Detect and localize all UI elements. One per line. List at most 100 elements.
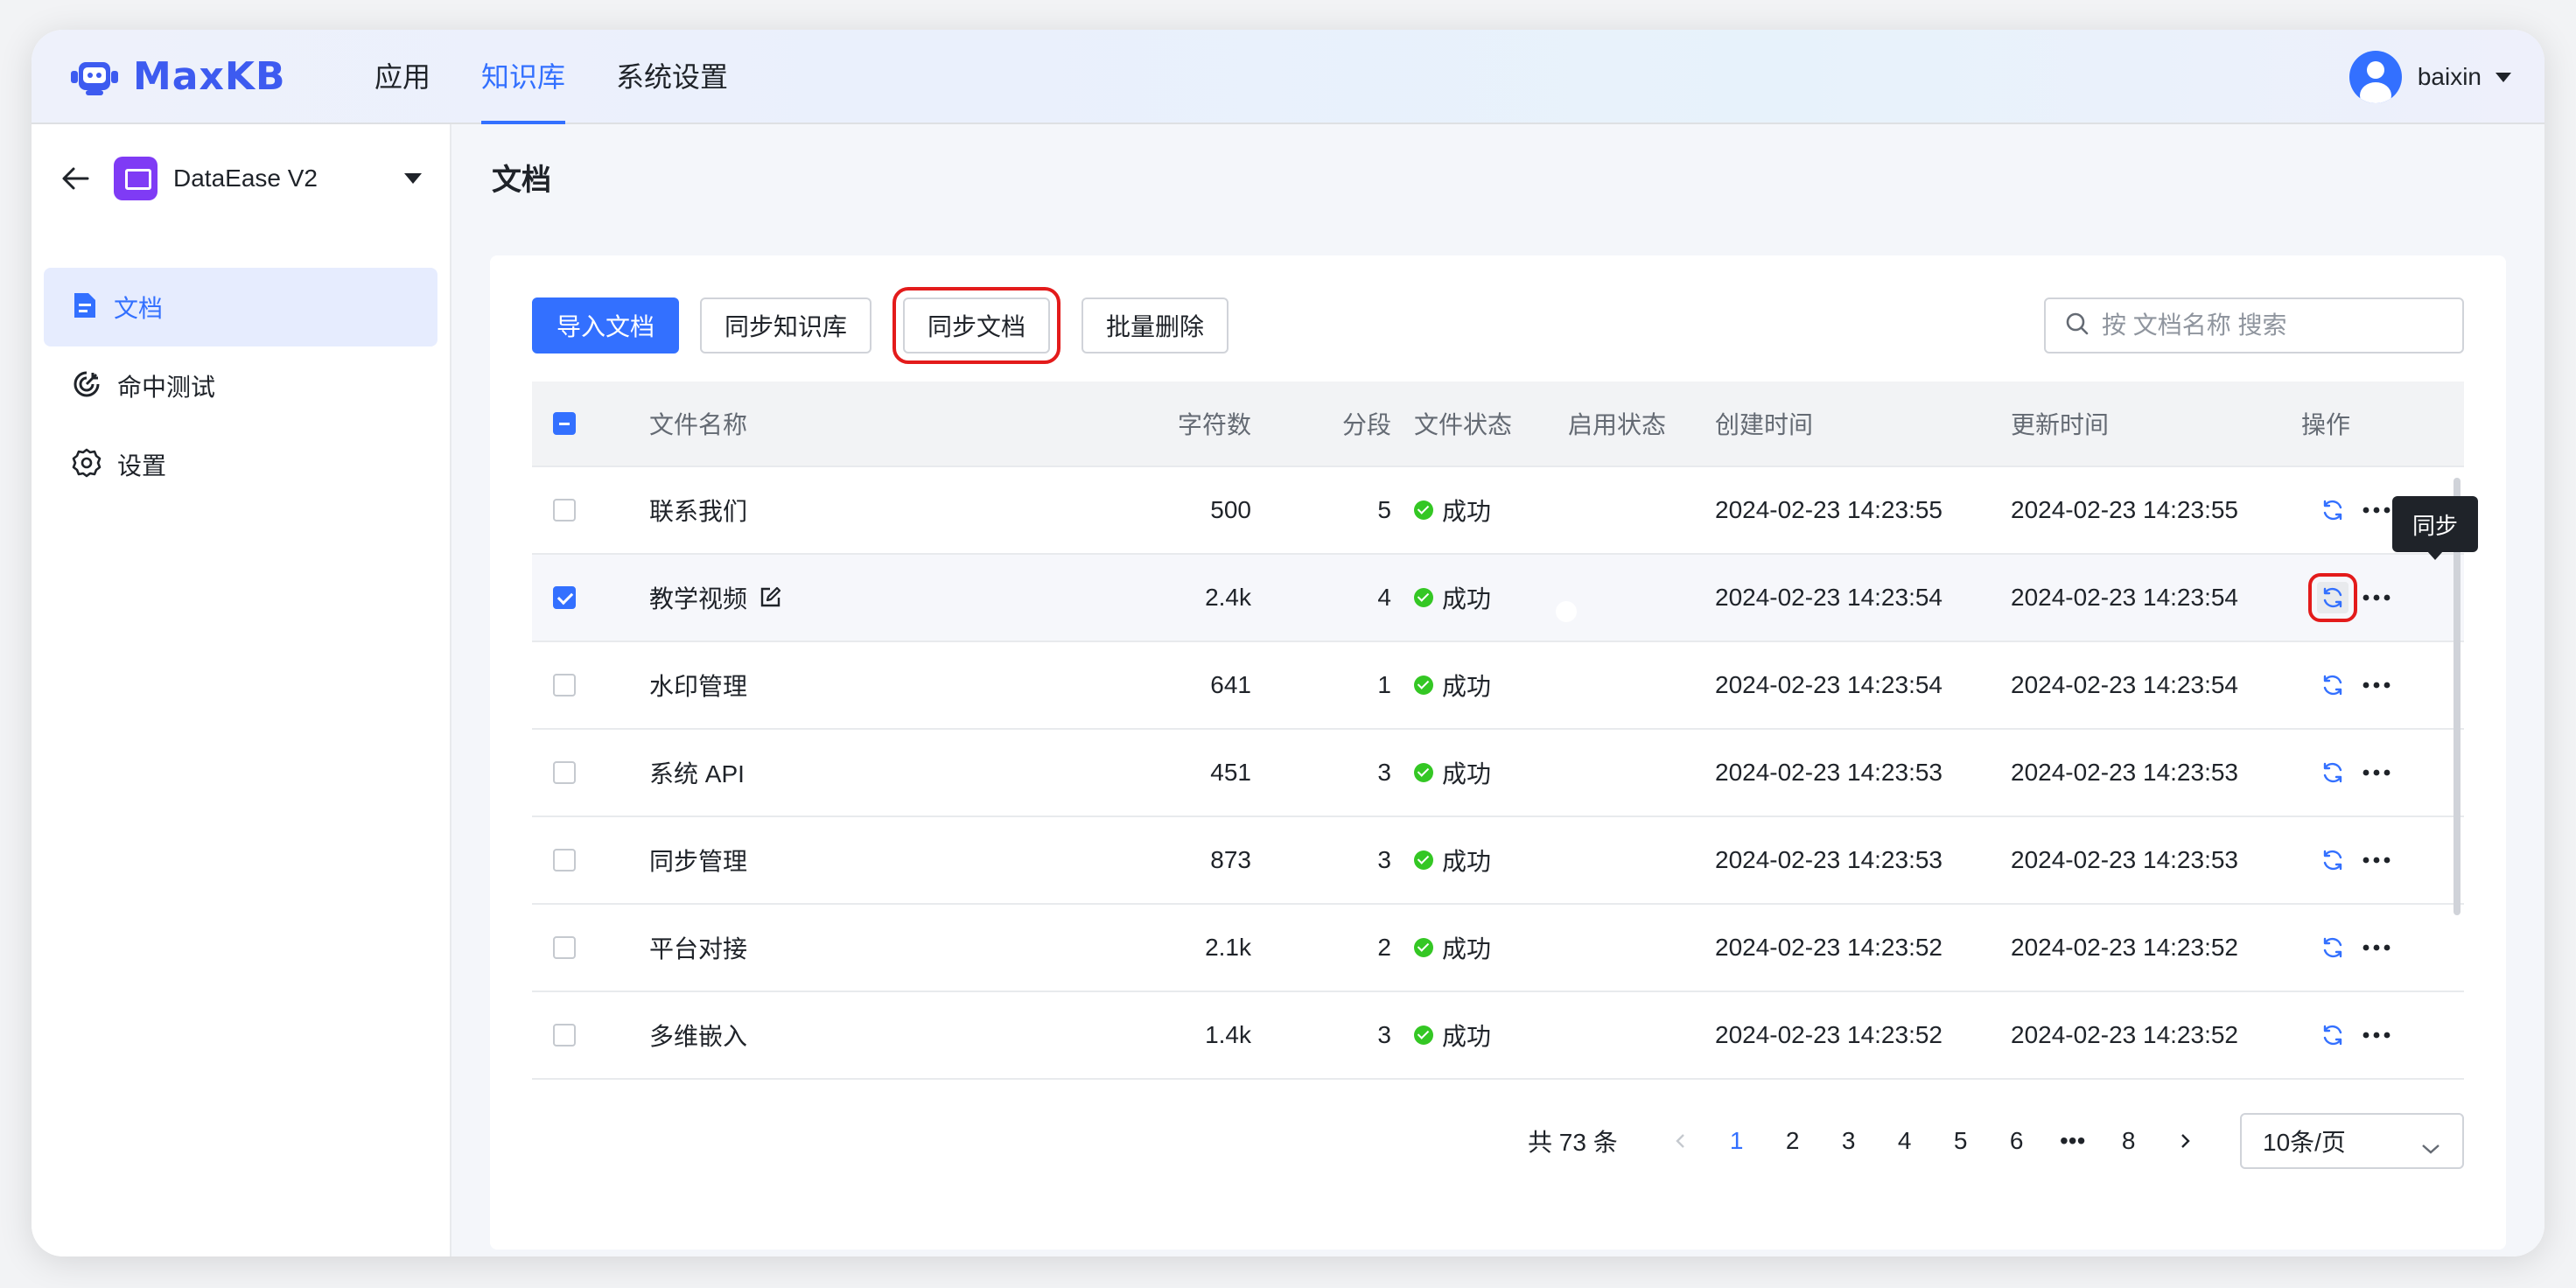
char-count: 641	[1210, 671, 1251, 698]
created-time: 2024-02-23 14:23:52	[1715, 1021, 1942, 1048]
gear-icon	[72, 448, 102, 482]
row-checkbox[interactable]	[553, 761, 576, 784]
chevron-down-icon	[2420, 1134, 2441, 1162]
sidebar-item-label: 设置	[117, 452, 167, 480]
import-document-button[interactable]: 导入文档	[532, 298, 680, 354]
more-icon[interactable]	[2359, 494, 2394, 526]
char-count: 451	[1210, 759, 1251, 786]
search-input[interactable]	[2102, 312, 2452, 340]
chevron-right-icon[interactable]	[2157, 1124, 2213, 1158]
more-icon[interactable]	[2359, 582, 2394, 613]
logo[interactable]: MaxKB	[68, 54, 286, 99]
sync-icon[interactable]	[2317, 757, 2348, 788]
table-row[interactable]: 多维嵌入 1.4k 3 成功 2024-02-23 14:23:52 2024-…	[532, 992, 2464, 1080]
sync-icon[interactable]	[2317, 1019, 2348, 1051]
search-icon	[2065, 312, 2090, 340]
sync-icon[interactable]	[2317, 844, 2348, 876]
table-header: 文件名称 字符数 分段 文件状态 启用状态 创建时间 更新时间 操作	[532, 382, 2464, 467]
more-icon[interactable]	[2359, 1019, 2394, 1051]
page-ellipsis[interactable]: •••	[2045, 1127, 2101, 1155]
table-row[interactable]: 教学视频 2.4k 4 成功 2024-02-23 14:23:54 2024-…	[532, 555, 2464, 642]
segment-count: 4	[1377, 584, 1391, 611]
batch-delete-button[interactable]: 批量删除	[1082, 298, 1229, 354]
document-name[interactable]: 同步管理	[649, 843, 747, 878]
page-2[interactable]: 2	[1765, 1127, 1821, 1155]
success-icon	[1414, 763, 1433, 782]
back-arrow-icon[interactable]	[58, 161, 93, 196]
nav-item-knowledge[interactable]: 知识库	[481, 30, 566, 124]
success-icon	[1414, 850, 1433, 870]
toolbar: 导入文档 同步知识库 同步文档 批量删除	[532, 287, 1250, 364]
page-5[interactable]: 5	[1933, 1127, 1989, 1155]
table-row[interactable]: 联系我们 500 5 成功 2024-02-23 14:23:55 2024-0…	[532, 467, 2464, 555]
sync-knowledge-base-button[interactable]: 同步知识库	[700, 298, 872, 354]
sidebar-item-label: 命中测试	[117, 374, 216, 401]
header-enable-status: 启用状态	[1568, 411, 1667, 438]
success-icon	[1414, 1026, 1433, 1045]
segment-count: 5	[1377, 496, 1391, 523]
success-icon	[1414, 588, 1433, 607]
table-row[interactable]: 水印管理 641 1 成功 2024-02-23 14:23:54 2024-0…	[532, 642, 2464, 730]
header-created: 创建时间	[1715, 411, 1814, 438]
kb-icon	[114, 157, 158, 200]
page-4[interactable]: 4	[1877, 1127, 1933, 1155]
created-time: 2024-02-23 14:23:53	[1715, 759, 1942, 786]
table-row[interactable]: 系统 API 451 3 成功 2024-02-23 14:23:53 2024…	[532, 730, 2464, 817]
row-checkbox[interactable]	[553, 936, 576, 959]
success-icon	[1414, 938, 1433, 957]
nav-item-apps[interactable]: 应用	[374, 30, 430, 124]
more-icon[interactable]	[2359, 844, 2394, 876]
sync-icon[interactable]	[2308, 573, 2357, 622]
page-8[interactable]: 8	[2101, 1127, 2157, 1155]
page-size-select[interactable]: 10条/页	[2240, 1113, 2464, 1169]
page-3[interactable]: 3	[1821, 1127, 1877, 1155]
select-all-checkbox[interactable]	[553, 412, 576, 435]
sync-icon[interactable]	[2317, 494, 2348, 526]
page-6[interactable]: 6	[1989, 1127, 2045, 1155]
page-size-value: 10条/页	[2263, 1129, 2346, 1156]
table-row[interactable]: 同步管理 873 3 成功 2024-02-23 14:23:53 2024-0…	[532, 817, 2464, 905]
search-box[interactable]	[2044, 298, 2464, 354]
document-name[interactable]: 平台对接	[649, 930, 747, 965]
file-status: 成功	[1442, 935, 1492, 962]
more-icon[interactable]	[2359, 669, 2394, 701]
file-status: 成功	[1442, 498, 1492, 525]
nav-item-settings[interactable]: 系统设置	[616, 30, 728, 124]
sync-icon[interactable]	[2317, 932, 2348, 963]
char-count: 500	[1210, 496, 1251, 523]
sync-document-button[interactable]: 同步文档	[892, 287, 1061, 364]
page-1[interactable]: 1	[1709, 1127, 1765, 1155]
sidebar-item-hit-test[interactable]: 命中测试	[44, 346, 438, 425]
row-checkbox[interactable]	[553, 849, 576, 872]
avatar	[2348, 51, 2402, 103]
document-name[interactable]: 联系我们	[649, 493, 747, 528]
table-row[interactable]: 平台对接 2.1k 2 成功 2024-02-23 14:23:52 2024-…	[532, 905, 2464, 992]
row-checkbox[interactable]	[553, 499, 576, 522]
row-checkbox[interactable]	[553, 586, 576, 609]
file-status: 成功	[1442, 1023, 1492, 1050]
chevron-down-icon[interactable]	[404, 173, 422, 184]
sync-icon[interactable]	[2317, 669, 2348, 701]
document-name[interactable]: 多维嵌入	[649, 1018, 747, 1053]
edit-icon[interactable]	[758, 585, 782, 610]
document-name[interactable]: 水印管理	[649, 668, 747, 703]
sidebar-item-documents[interactable]: 文档	[44, 268, 438, 346]
kb-selector[interactable]: DataEase V2	[58, 154, 434, 203]
caret-down-icon	[2496, 72, 2511, 82]
user-menu[interactable]: baixin	[2348, 51, 2511, 103]
document-icon	[72, 290, 98, 325]
char-count: 2.1k	[1205, 934, 1251, 961]
created-time: 2024-02-23 14:23:53	[1715, 846, 1942, 873]
updated-time: 2024-02-23 14:23:54	[2011, 671, 2238, 698]
created-time: 2024-02-23 14:23:52	[1715, 934, 1942, 961]
sidebar-item-settings[interactable]: 设置	[44, 425, 438, 504]
more-icon[interactable]	[2359, 757, 2394, 788]
document-name[interactable]: 系统 API	[649, 755, 745, 790]
document-name[interactable]: 教学视频	[649, 580, 747, 615]
segment-count: 3	[1377, 846, 1391, 873]
row-checkbox[interactable]	[553, 674, 576, 696]
row-checkbox[interactable]	[553, 1024, 576, 1046]
chevron-left-icon[interactable]	[1653, 1124, 1709, 1158]
more-icon[interactable]	[2359, 932, 2394, 963]
sync-tooltip: 同步	[2392, 496, 2478, 560]
